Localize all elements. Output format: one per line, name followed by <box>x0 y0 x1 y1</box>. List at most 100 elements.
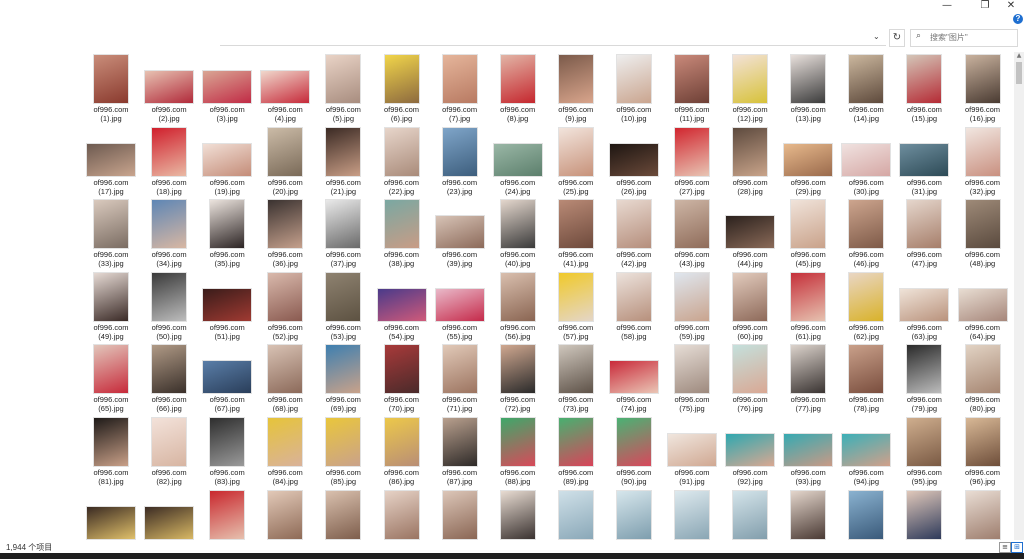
file-item[interactable] <box>663 488 721 540</box>
file-item[interactable]: of996.com (15).jpg <box>895 52 953 124</box>
file-item[interactable]: of996.com (45).jpg <box>779 197 837 269</box>
file-item[interactable]: of996.com (48).jpg <box>954 197 1012 269</box>
scroll-up-icon[interactable]: ▲ <box>1014 52 1024 60</box>
file-item[interactable]: of996.com (24).jpg <box>489 125 547 197</box>
file-item[interactable]: of996.com (29).jpg <box>779 125 837 197</box>
file-item[interactable]: of996.com (9).jpg <box>547 52 605 124</box>
file-item[interactable]: of996.com (10).jpg <box>605 52 663 124</box>
file-item[interactable]: of996.com (95).jpg <box>895 415 953 487</box>
file-item[interactable] <box>547 488 605 540</box>
file-item[interactable]: of996.com (88).jpg <box>489 415 547 487</box>
file-item[interactable]: of996.com (60).jpg <box>721 270 779 342</box>
file-item[interactable]: of996.com (11).jpg <box>663 52 721 124</box>
file-item[interactable]: of996.com (16).jpg <box>954 52 1012 124</box>
vertical-scrollbar[interactable]: ▲ <box>1014 52 1024 540</box>
file-item[interactable]: of996.com (70).jpg <box>373 342 431 414</box>
file-item[interactable]: of996.com (5).jpg <box>314 52 372 124</box>
file-item[interactable]: of996.com (54).jpg <box>373 270 431 342</box>
file-item[interactable]: of996.com (82).jpg <box>140 415 198 487</box>
maximize-button[interactable]: ❐ <box>974 0 996 14</box>
file-item[interactable]: of996.com (59).jpg <box>663 270 721 342</box>
file-item[interactable]: of996.com (23).jpg <box>431 125 489 197</box>
file-item[interactable]: of996.com (41).jpg <box>547 197 605 269</box>
file-item[interactable] <box>837 488 895 540</box>
file-item[interactable]: of996.com (40).jpg <box>489 197 547 269</box>
file-item[interactable]: of996.com (36).jpg <box>256 197 314 269</box>
file-item[interactable]: of996.com (1).jpg <box>82 52 140 124</box>
file-item[interactable]: of996.com (84).jpg <box>256 415 314 487</box>
file-item[interactable]: of996.com (86).jpg <box>373 415 431 487</box>
file-item[interactable] <box>198 488 256 540</box>
file-item[interactable]: of996.com (62).jpg <box>837 270 895 342</box>
file-item[interactable]: of996.com (43).jpg <box>663 197 721 269</box>
minimize-button[interactable]: — <box>936 0 958 14</box>
file-item[interactable]: of996.com (74).jpg <box>605 342 663 414</box>
file-item[interactable]: of996.com (32).jpg <box>954 125 1012 197</box>
file-item[interactable]: of996.com (66).jpg <box>140 342 198 414</box>
file-item[interactable]: of996.com (87).jpg <box>431 415 489 487</box>
file-item[interactable] <box>721 488 779 540</box>
file-item[interactable]: of996.com (13).jpg <box>779 52 837 124</box>
file-item[interactable]: of996.com (79).jpg <box>895 342 953 414</box>
file-item[interactable]: of996.com (89).jpg <box>547 415 605 487</box>
file-item[interactable]: of996.com (12).jpg <box>721 52 779 124</box>
refresh-button[interactable]: ↻ <box>889 29 905 47</box>
file-item[interactable]: of996.com (17).jpg <box>82 125 140 197</box>
file-item[interactable]: of996.com (92).jpg <box>721 415 779 487</box>
file-item[interactable]: of996.com (37).jpg <box>314 197 372 269</box>
file-item[interactable]: of996.com (3).jpg <box>198 52 256 124</box>
file-item[interactable]: of996.com (51).jpg <box>198 270 256 342</box>
file-item[interactable]: of996.com (21).jpg <box>314 125 372 197</box>
file-item[interactable] <box>605 488 663 540</box>
file-item[interactable]: of996.com (53).jpg <box>314 270 372 342</box>
file-item[interactable]: of996.com (90).jpg <box>605 415 663 487</box>
file-item[interactable]: of996.com (47).jpg <box>895 197 953 269</box>
scroll-thumb[interactable] <box>1016 62 1022 84</box>
file-item[interactable]: of996.com (57).jpg <box>547 270 605 342</box>
file-item[interactable]: of996.com (44).jpg <box>721 197 779 269</box>
file-item[interactable]: of996.com (4).jpg <box>256 52 314 124</box>
file-item[interactable]: of996.com (42).jpg <box>605 197 663 269</box>
help-icon[interactable]: ? <box>1013 14 1023 24</box>
file-item[interactable]: of996.com (49).jpg <box>82 270 140 342</box>
file-item[interactable]: of996.com (93).jpg <box>779 415 837 487</box>
file-item[interactable]: of996.com (91).jpg <box>663 415 721 487</box>
file-item[interactable]: of996.com (6).jpg <box>373 52 431 124</box>
file-item[interactable]: of996.com (76).jpg <box>721 342 779 414</box>
file-item[interactable]: of996.com (35).jpg <box>198 197 256 269</box>
file-item[interactable]: of996.com (46).jpg <box>837 197 895 269</box>
file-item[interactable]: of996.com (71).jpg <box>431 342 489 414</box>
file-item[interactable] <box>314 488 372 540</box>
file-item[interactable]: of996.com (30).jpg <box>837 125 895 197</box>
file-item[interactable] <box>779 488 837 540</box>
file-item[interactable] <box>256 488 314 540</box>
file-item[interactable]: of996.com (63).jpg <box>895 270 953 342</box>
file-item[interactable] <box>489 488 547 540</box>
file-item[interactable]: of996.com (28).jpg <box>721 125 779 197</box>
file-item[interactable]: of996.com (27).jpg <box>663 125 721 197</box>
file-item[interactable]: of996.com (58).jpg <box>605 270 663 342</box>
file-item[interactable]: of996.com (20).jpg <box>256 125 314 197</box>
file-item[interactable]: of996.com (69).jpg <box>314 342 372 414</box>
file-item[interactable]: of996.com (2).jpg <box>140 52 198 124</box>
file-item[interactable] <box>140 488 198 540</box>
file-item[interactable]: of996.com (68).jpg <box>256 342 314 414</box>
file-item[interactable]: of996.com (19).jpg <box>198 125 256 197</box>
file-item[interactable]: of996.com (14).jpg <box>837 52 895 124</box>
search-box[interactable]: ⌕ <box>910 29 1018 47</box>
file-item[interactable]: of996.com (81).jpg <box>82 415 140 487</box>
file-item[interactable]: of996.com (96).jpg <box>954 415 1012 487</box>
file-item[interactable]: of996.com (7).jpg <box>431 52 489 124</box>
file-item[interactable]: of996.com (75).jpg <box>663 342 721 414</box>
file-item[interactable]: of996.com (55).jpg <box>431 270 489 342</box>
file-item[interactable] <box>431 488 489 540</box>
details-view-button[interactable]: ≡ <box>999 542 1011 553</box>
close-button[interactable]: ✕ <box>1000 0 1022 14</box>
file-item[interactable] <box>373 488 431 540</box>
file-item[interactable] <box>954 488 1012 540</box>
file-item[interactable]: of996.com (83).jpg <box>198 415 256 487</box>
file-item[interactable]: of996.com (52).jpg <box>256 270 314 342</box>
file-item[interactable]: of996.com (85).jpg <box>314 415 372 487</box>
file-item[interactable]: of996.com (39).jpg <box>431 197 489 269</box>
file-item[interactable]: of996.com (72).jpg <box>489 342 547 414</box>
